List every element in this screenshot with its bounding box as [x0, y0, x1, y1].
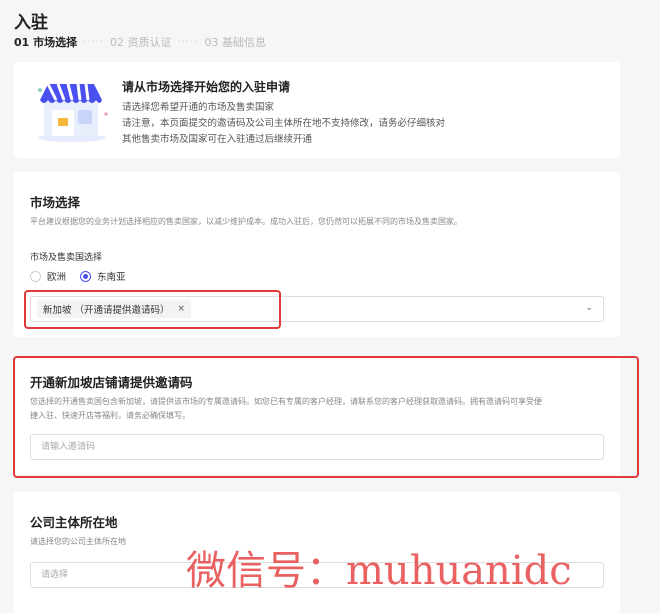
step-basic-info[interactable]: 03 基础信息	[204, 34, 266, 50]
market-radio-group: 欧洲 东南亚	[30, 269, 140, 283]
radio-button-checked[interactable]	[80, 270, 92, 282]
step-separator: ·····	[177, 36, 199, 48]
highlight-box	[24, 290, 281, 329]
step-market-selection[interactable]: 01 市场选择	[14, 34, 77, 50]
page-title: 入驻	[14, 13, 48, 33]
radio-option-southeast-asia[interactable]: 东南亚	[80, 269, 126, 283]
section-description: 平台建议根据您的业务计划选择相应的售卖国家，以减少维护成本。成功入驻后，您仍然可…	[30, 217, 462, 226]
section-description: 请选择您的公司主体所在地	[30, 537, 126, 546]
intro-title: 请从市场选择开始您的入驻申请	[122, 80, 291, 94]
shop-storefront-icon	[38, 83, 108, 142]
chevron-down-icon[interactable]: ⌄	[585, 303, 593, 313]
section-title: 市场选择	[30, 195, 81, 210]
field-label: 市场及售卖国选择	[30, 253, 103, 263]
intro-line: 其他售卖市场及国家可在入驻通过后继续开通	[122, 134, 313, 145]
step-separator: ·····	[83, 36, 105, 48]
radio-option-europe[interactable]: 欧洲	[30, 269, 66, 283]
step-indicator: 01 市场选择 ····· 02 资质认证 ····· 03 基础信息	[14, 34, 266, 50]
watermark-text: 微信号：muhuanidc	[186, 548, 572, 594]
intro-line: 请选择您希望开通的市场及售卖国家	[122, 102, 275, 113]
radio-label: 东南亚	[97, 272, 126, 283]
radio-label: 欧洲	[47, 272, 67, 283]
intro-line: 请注意，本页面提交的邀请码及公司主体所在地不支持修改，请务必仔细核对	[122, 118, 446, 129]
section-title: 公司主体所在地	[30, 515, 118, 530]
step-qualification[interactable]: 02 资质认证	[110, 34, 172, 50]
intro-card: 请从市场选择开始您的入驻申请 请选择您希望开通的市场及售卖国家 请注意，本页面提…	[14, 62, 620, 158]
highlight-box	[13, 356, 639, 478]
radio-button[interactable]	[30, 270, 41, 282]
